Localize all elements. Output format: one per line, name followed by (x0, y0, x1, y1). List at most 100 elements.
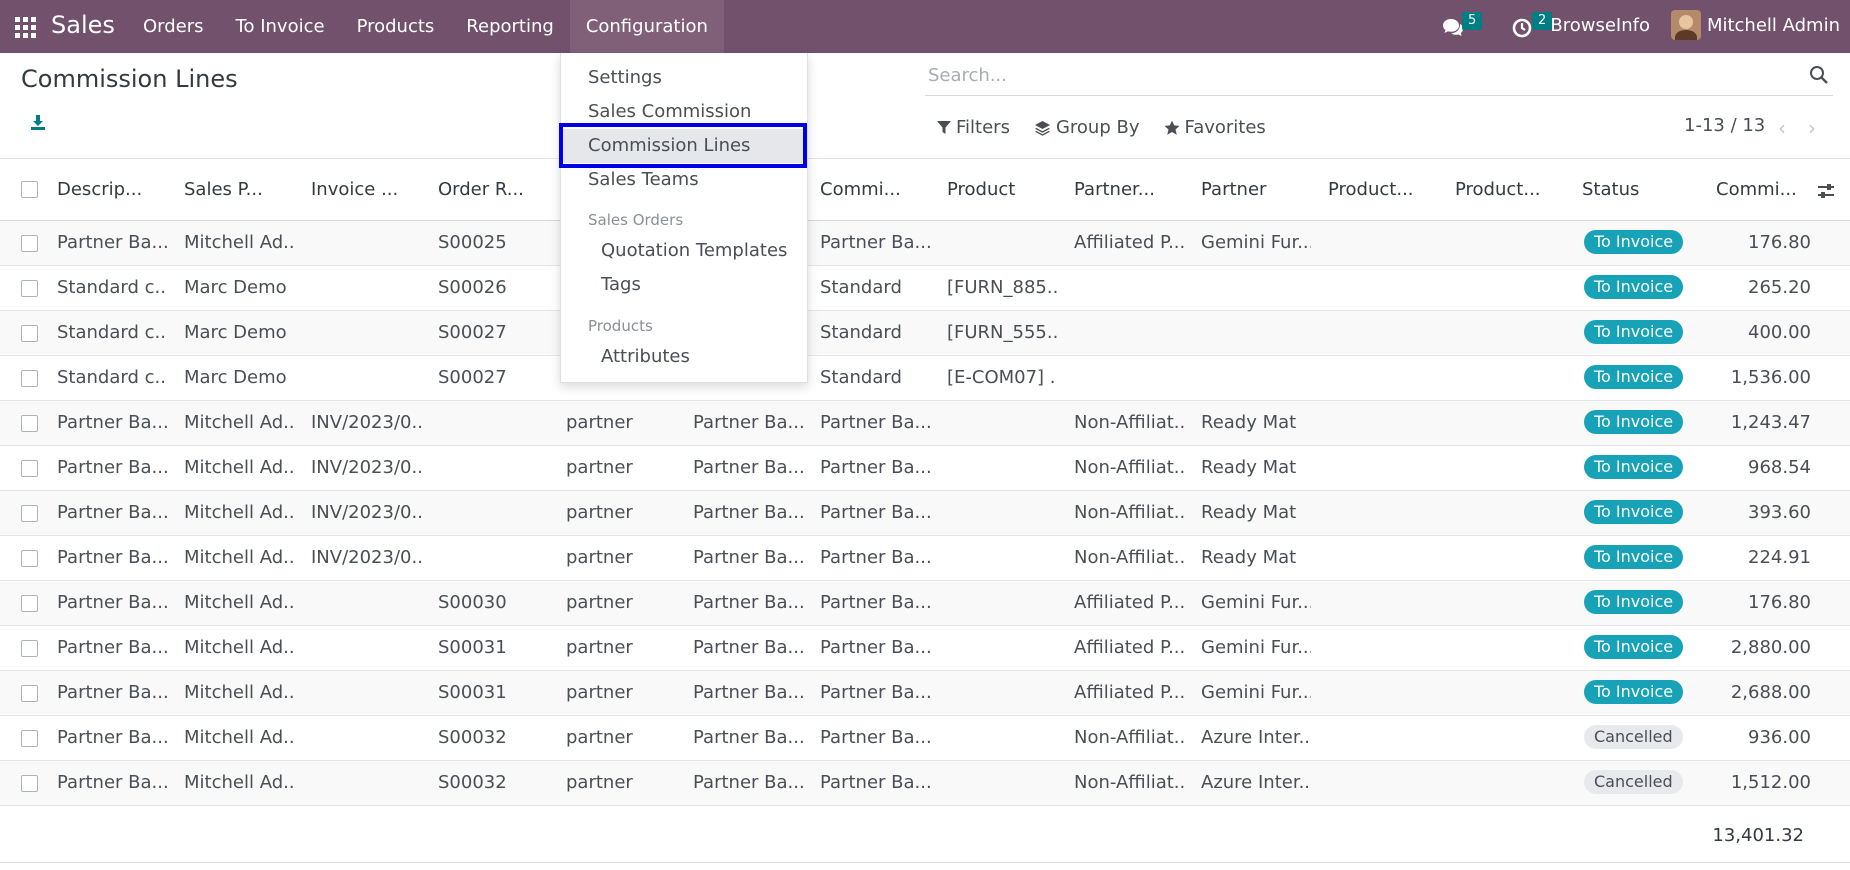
row-checkbox[interactable] (21, 775, 38, 792)
dropdown-item-attributes[interactable]: Attributes (561, 340, 807, 374)
table-row[interactable]: Partner Ba... Mitchell Ad... S00030 partner… (0, 581, 1850, 626)
table-row[interactable]: Standard c... Marc Demo S00027 Standard [E-C… (0, 356, 1850, 401)
cell-partner: Gemini Fur... (1201, 232, 1311, 253)
search-icon[interactable] (1809, 65, 1829, 85)
chat-count-badge: 5 (1462, 12, 1483, 30)
pager-value[interactable]: 1-13 / 13 (1684, 115, 1765, 136)
col-invoice[interactable]: Invoice ... (311, 179, 421, 200)
cell-commission: Partner Ba... (820, 412, 930, 433)
row-checkbox[interactable] (21, 325, 38, 342)
table-row[interactable]: Partner Ba... Mitchell Ad... S00031 partner… (0, 626, 1850, 671)
export-button[interactable] (30, 114, 50, 134)
col-commission-amount[interactable]: Commi... (1716, 179, 1811, 200)
row-checkbox[interactable] (21, 280, 38, 297)
download-icon (31, 115, 45, 130)
status-badge: Cancelled (1584, 770, 1683, 794)
row-checkbox[interactable] (21, 460, 38, 477)
activity-button[interactable]: 2 (1512, 12, 1553, 40)
table-row[interactable]: Standard c... Marc Demo S00027 Standard [FUR… (0, 311, 1850, 356)
table-header: Descrip... Sales P... Invoice ... Order … (0, 158, 1850, 221)
app-brand[interactable]: Sales (51, 11, 115, 39)
table-row[interactable]: Partner Ba... Mitchell Ad... INV/2023/0...… (0, 401, 1850, 446)
search-bar (925, 60, 1833, 96)
search-input[interactable] (925, 60, 1785, 90)
favorites-button[interactable]: Favorites (1164, 117, 1266, 138)
table-row[interactable]: Partner Ba... Mitchell Ad... S00031 partner… (0, 671, 1850, 716)
chat-button[interactable]: 5 (1442, 12, 1483, 40)
cell-commission-amount: 1,512.00 (1730, 772, 1811, 793)
table-row[interactable]: Partner Ba... Mitchell Ad... S00032 partner… (0, 716, 1850, 761)
cell-commission: Standard (820, 277, 902, 298)
cell-commission: Standard (820, 367, 902, 388)
filters-button[interactable]: Filters (937, 117, 1010, 138)
menu-reporting[interactable]: Reporting (450, 0, 570, 53)
col-partner[interactable]: Partner (1201, 179, 1311, 200)
menu-orders[interactable]: Orders (127, 0, 220, 53)
cell-description: Partner Ba... (57, 637, 167, 658)
table-row[interactable]: Partner Ba... Mitchell Ad... INV/2023/0...… (0, 536, 1850, 581)
table-row[interactable]: Partner Ba... Mitchell Ad... S00032 partner… (0, 761, 1850, 806)
apps-grid-icon[interactable] (15, 17, 36, 38)
dropdown-section-sales-orders: Sales Orders (588, 211, 684, 229)
col-product[interactable]: Product (947, 179, 1057, 200)
col-commission[interactable]: Commi... (820, 179, 930, 200)
menu-products[interactable]: Products (341, 0, 451, 53)
row-checkbox[interactable] (21, 235, 38, 252)
row-checkbox[interactable] (21, 415, 38, 432)
cell-commission: Partner Ba... (820, 457, 930, 478)
chevron-left-icon[interactable]: ‹ (1778, 116, 1786, 140)
table-row[interactable]: Partner Ba... Mitchell Ad... S00025 Partner… (0, 221, 1850, 266)
layers-icon (1034, 120, 1050, 136)
cell-commission: Partner Ba... (820, 772, 930, 793)
status-badge: To Invoice (1584, 500, 1684, 524)
cell-description: Partner Ba... (57, 772, 167, 793)
row-checkbox[interactable] (21, 550, 38, 567)
cell-partner-type: Non-Affiliat... (1074, 547, 1184, 568)
table-row[interactable]: Standard c... Marc Demo S00026 Standard [FUR… (0, 266, 1850, 311)
cell-commission-amount: 2,688.00 (1730, 682, 1811, 703)
table-row[interactable]: Partner Ba... Mitchell Ad... INV/2023/0...… (0, 491, 1850, 536)
row-checkbox[interactable] (21, 685, 38, 702)
cell-description: Partner Ba... (57, 457, 167, 478)
row-checkbox[interactable] (21, 595, 38, 612)
row-checkbox[interactable] (21, 730, 38, 747)
cell-sales-person: Mitchell Ad... (184, 502, 294, 523)
dropdown-item-tags[interactable]: Tags (561, 268, 807, 302)
cell-invoice: INV/2023/0... (311, 457, 421, 478)
page-title[interactable]: Commission Lines (21, 65, 238, 93)
cell-commission-amount: 176.80 (1748, 592, 1811, 613)
cell-product: [FURN_885... (947, 277, 1057, 298)
col-order-ref[interactable]: Order R... (438, 179, 548, 200)
table-row[interactable]: Partner Ba... Mitchell Ad... INV/2023/0...… (0, 446, 1850, 491)
dropdown-item-quotation-templates[interactable]: Quotation Templates (561, 234, 807, 268)
status-badge: Cancelled (1584, 725, 1683, 749)
group-by-button[interactable]: Group By (1034, 117, 1140, 138)
cell-partner: Ready Mat (1201, 502, 1297, 523)
sliders-icon[interactable] (1816, 181, 1836, 201)
col-product-2[interactable]: Product... (1455, 179, 1565, 200)
cell-sales-person: Mitchell Ad... (184, 232, 294, 253)
col-status[interactable]: Status (1582, 179, 1692, 200)
col-partner-type[interactable]: Partner... (1074, 179, 1184, 200)
col-product-category[interactable]: Product... (1328, 179, 1438, 200)
row-checkbox[interactable] (21, 640, 38, 657)
dropdown-item-settings[interactable]: Settings (561, 61, 807, 95)
menu-to-invoice[interactable]: To Invoice (220, 0, 341, 53)
menu-configuration[interactable]: Configuration (569, 0, 724, 53)
cell-commission-amount: 393.60 (1748, 502, 1811, 523)
cell-type: partner (566, 457, 633, 478)
chevron-right-icon[interactable]: › (1808, 116, 1816, 140)
col-sales-person[interactable]: Sales P... (184, 179, 294, 200)
company-switcher[interactable]: BrowseInfo (1550, 15, 1650, 36)
select-all-checkbox[interactable] (21, 181, 38, 198)
user-menu[interactable]: Mitchell Admin (1670, 10, 1840, 40)
dropdown-item-sales-teams[interactable]: Sales Teams (561, 163, 807, 197)
cell-partner-type: Affiliated P... (1074, 592, 1184, 613)
row-checkbox[interactable] (21, 370, 38, 387)
row-checkbox[interactable] (21, 505, 38, 522)
cell-commission-plan: Partner Ba... (693, 412, 803, 433)
cell-description: Partner Ba... (57, 547, 167, 568)
col-description[interactable]: Descrip... (57, 179, 167, 200)
status-badge: To Invoice (1584, 680, 1684, 704)
cell-partner: Azure Inter... (1201, 772, 1311, 793)
